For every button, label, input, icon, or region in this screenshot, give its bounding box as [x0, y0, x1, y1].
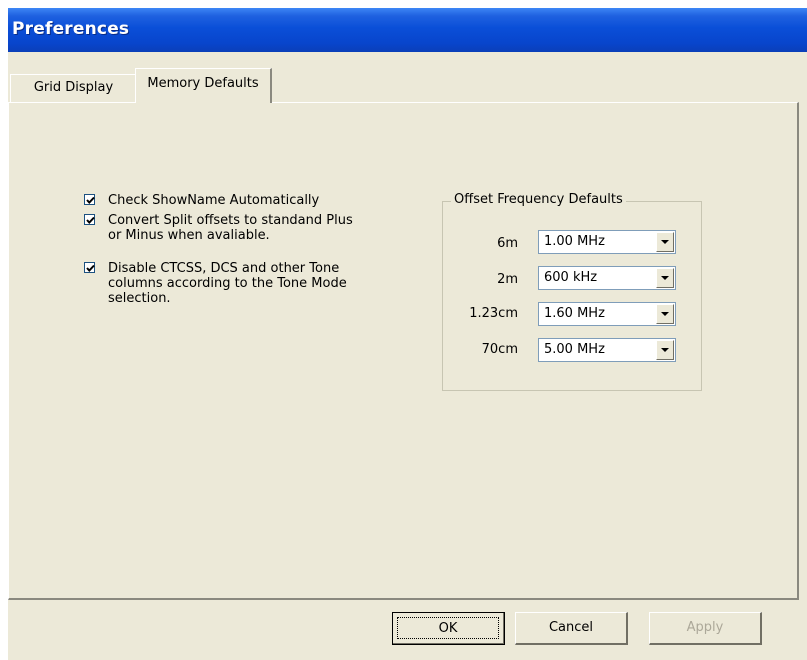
- chevron-down-icon: [661, 276, 669, 280]
- checkmark-icon: [86, 216, 95, 224]
- checkbox-convert-split[interactable]: [84, 214, 95, 225]
- option-label-showname: Check ShowName Automatically: [108, 193, 408, 208]
- offset-frequency-group-title: Offset Frequency Defaults: [451, 192, 626, 207]
- chevron-down-icon: [661, 312, 669, 316]
- dropdown-button[interactable]: [656, 232, 674, 252]
- offset-select-value: 1.60 MHz: [544, 306, 605, 321]
- tab-grid-display-label: Grid Display: [33, 80, 114, 95]
- apply-button-label: Apply: [686, 620, 724, 635]
- option-label-disable-tone: Disable CTCSS, DCS and other Tone column…: [108, 261, 408, 306]
- band-label-70cm: 70cm: [481, 342, 518, 357]
- option-label-line: Disable CTCSS, DCS and other Tone: [108, 261, 340, 276]
- checkmark-icon: [86, 196, 95, 204]
- cancel-button[interactable]: Cancel: [515, 612, 628, 645]
- offset-select-value: 5.00 MHz: [544, 342, 605, 357]
- band-label-1-23cm: 1.23cm: [469, 306, 518, 321]
- offset-frequency-group: Offset Frequency Defaults 6m 1.00 MHz 2m…: [442, 192, 702, 391]
- window-title: Preferences: [12, 19, 130, 39]
- band-label-6m: 6m: [497, 236, 518, 251]
- band-label-2m: 2m: [497, 272, 518, 287]
- offset-select-value: 1.00 MHz: [544, 234, 605, 249]
- offset-select-1-23cm[interactable]: 1.60 MHz: [538, 302, 676, 326]
- checkmark-icon: [86, 264, 95, 272]
- focus-rectangle: OK: [397, 617, 499, 639]
- ok-button-label: OK: [438, 621, 458, 636]
- option-label-convert-split: Convert Split offsets to standand Plus o…: [108, 213, 408, 243]
- dropdown-button[interactable]: [656, 340, 674, 360]
- checkbox-disable-tone[interactable]: [84, 262, 95, 273]
- dropdown-button[interactable]: [656, 304, 674, 324]
- offset-select-2m[interactable]: 600 kHz: [538, 266, 676, 290]
- tab-grid-display[interactable]: Grid Display: [10, 74, 137, 102]
- apply-button[interactable]: Apply: [649, 612, 762, 645]
- offset-select-70cm[interactable]: 5.00 MHz: [538, 338, 676, 362]
- chevron-down-icon: [661, 348, 669, 352]
- offset-select-value: 600 kHz: [544, 270, 598, 285]
- dropdown-button[interactable]: [656, 268, 674, 288]
- chevron-down-icon: [661, 240, 669, 244]
- option-label-line: columns according to the Tone Mode: [108, 276, 347, 291]
- offset-select-6m[interactable]: 1.00 MHz: [538, 230, 676, 254]
- ok-button[interactable]: OK: [392, 612, 505, 645]
- option-label-line: Convert Split offsets to standand Plus: [108, 213, 353, 228]
- option-label-line: selection.: [108, 291, 171, 306]
- tab-memory-defaults-label: Memory Defaults: [147, 76, 259, 91]
- option-label-line: Check ShowName Automatically: [108, 193, 320, 208]
- title-bar[interactable]: Preferences: [8, 8, 807, 52]
- cancel-button-label: Cancel: [548, 620, 594, 635]
- preferences-window: Preferences Grid Display Memory Defaults…: [8, 8, 807, 660]
- checkbox-showname[interactable]: [84, 194, 95, 205]
- tab-panel-memory-defaults: Check ShowName Automatically Convert Spl…: [8, 102, 799, 600]
- tab-memory-defaults[interactable]: Memory Defaults: [135, 68, 272, 103]
- option-label-line: or Minus when avaliable.: [108, 228, 270, 243]
